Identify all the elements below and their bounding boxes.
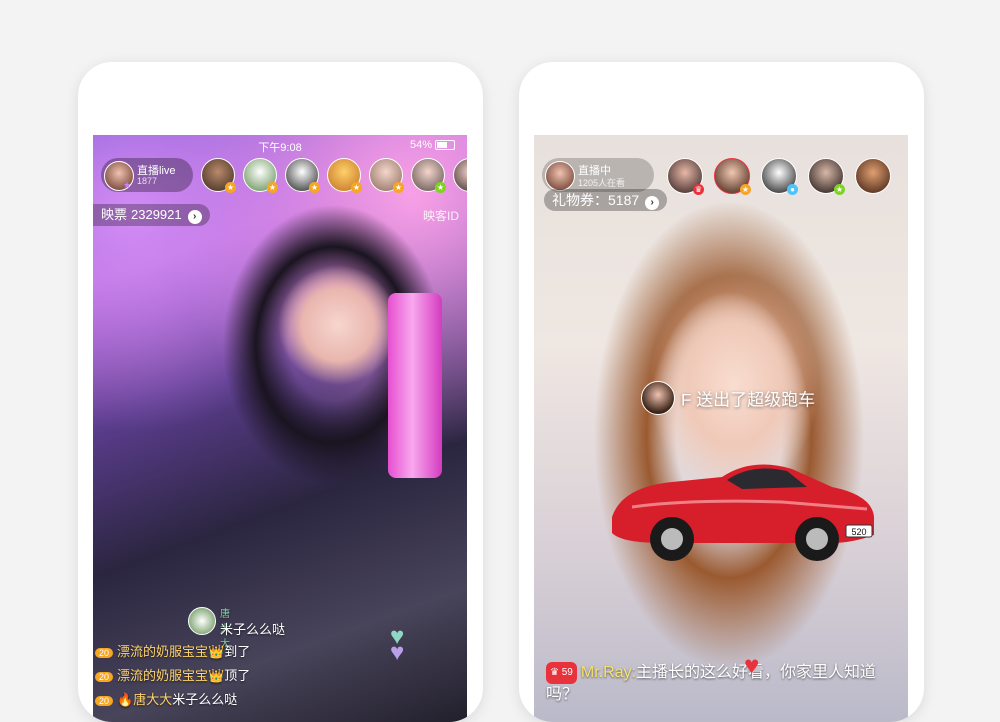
level-badge-icon: ★ [225,182,236,193]
user-level-badge: 20 [95,671,114,682]
chat-text: 到了 [224,644,251,659]
sports-car-gift-icon: 520 [612,464,874,561]
chevron-right-icon: › [187,210,202,224]
host-avatar[interactable] [545,161,575,191]
chat-username: 漂流的奶服宝宝 [117,644,209,659]
pinned-comment: 唐大大 米子么么哒 [188,607,285,650]
chat-text: 顶了 [224,668,251,683]
viewer-avatar[interactable]: ★ [327,158,362,193]
viewer-avatar-list: ★ ★ ★ ★ ★ ★ ★ [201,158,467,193]
user-level-badge: ♛ 59 [546,662,577,684]
floating-heart-icon: ♥ [390,639,405,666]
watermark-id: 映客ID [422,209,459,223]
phone-frame-right: 直播中 1205人在看 ♛ ★ ● ★ 礼物券：5187 › F 送出了超级跑车 … [519,62,924,722]
ticket-counter[interactable]: 映票 2329921 › [93,204,210,226]
chat-username: 漂流的奶服宝宝 [117,668,209,683]
viewer-avatar[interactable]: ♛ [667,158,704,195]
commenter-avatar[interactable] [188,607,216,635]
voucher-value: 5187 [608,192,640,208]
viewer-avatar[interactable]: ★ [201,158,236,193]
battery-indicator: 54% [410,139,455,151]
viewer-avatar[interactable]: ★ [714,158,751,195]
floating-heart-icon: ♥ [744,650,760,680]
user-level-value: 59 [561,667,573,678]
chevron-right-icon: › [645,196,660,210]
level-badge-icon: ★ [834,184,845,195]
viewer-avatar[interactable]: ★ [285,158,320,193]
verified-star-icon: ★ [123,180,132,190]
gift-announcement-text: F 送出了超级跑车 [681,390,816,410]
crown-badge-icon: ♛ [693,184,704,195]
car-plate-text: 520 [851,527,866,537]
host-viewer-count: 1877 [137,176,158,186]
viewer-avatar[interactable]: ★ [411,158,446,193]
chat-message: 20 漂流的奶服宝宝👑到了 [95,641,250,660]
gift-announcement: F 送出了超级跑车 [641,381,816,415]
chat-message: 20 🔥唐大大米子么么哒 [95,689,237,708]
level-badge-icon: ★ [393,182,404,193]
chat-username: Mr.Ray: [580,664,636,682]
gift-voucher-counter[interactable]: 礼物券：5187 › [544,189,668,211]
level-badge-icon: ★ [351,182,362,193]
viewer-avatar-list: ♛ ★ ● ★ [667,158,891,195]
status-bar: 下午9:08 54% [93,135,467,155]
product-bottle [388,293,442,478]
viewer-avatar[interactable]: ★ [453,158,467,192]
ticket-label: 映票 [101,207,128,222]
chat-message: 20 漂流的奶服宝宝👑顶了 [95,665,250,684]
commenter-text: 米子么么哒 [220,622,286,637]
host-viewer-count: 1205人在看 [578,178,626,188]
viewer-avatar[interactable] [855,158,891,194]
viewer-avatar[interactable]: ● [761,158,798,195]
level-badge-icon: ★ [740,184,751,195]
gift-sender-avatar[interactable] [641,381,675,415]
voucher-label: 礼物券： [552,192,608,208]
live-stream-screen-right: 直播中 1205人在看 ♛ ★ ● ★ 礼物券：5187 › F 送出了超级跑车 … [534,135,908,722]
level-badge-icon: ★ [435,182,446,193]
level-badge-icon: ★ [267,182,278,193]
user-level-badge: 20 [95,695,114,706]
level-badge-icon: ★ [309,182,320,193]
live-stream-screen-left: 下午9:08 54% ★ 直播live 1877 ★ ★ ★ ★ ★ ★ ★ 映… [93,135,467,722]
level-badge-icon: ● [787,184,798,195]
host-info-pill[interactable]: 直播中 1205人在看 [542,158,654,192]
host-info-pill[interactable]: ★ 直播live 1877 [101,158,193,192]
battery-icon [435,140,455,151]
viewer-avatar[interactable]: ★ [808,158,845,195]
phone-frame-left: 下午9:08 54% ★ 直播live 1877 ★ ★ ★ ★ ★ ★ ★ 映… [78,62,483,722]
viewer-avatar[interactable]: ★ [243,158,278,193]
battery-percent: 54% [409,139,432,151]
user-level-badge: 20 [95,647,114,658]
viewer-avatar[interactable]: ★ [369,158,404,193]
ticket-value: 2329921 [131,207,182,222]
